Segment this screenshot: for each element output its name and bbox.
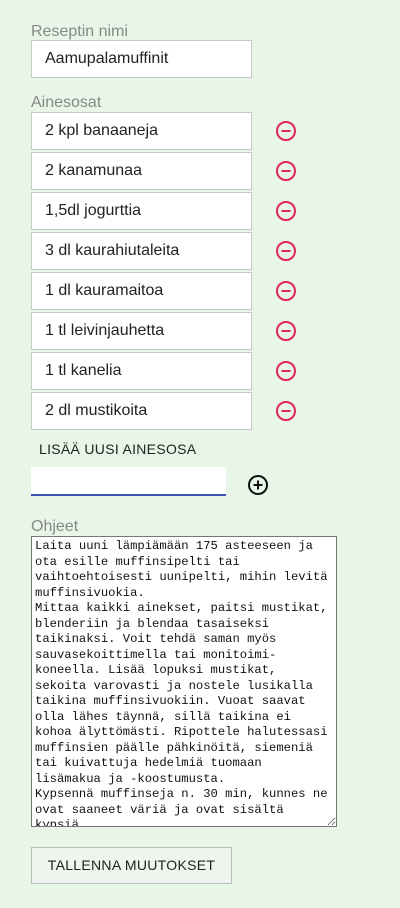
ingredient-field[interactable]: 2 dl mustikoita [31,392,252,430]
remove-ingredient-button[interactable] [275,400,297,422]
minus-circle-icon [276,241,296,261]
remove-ingredient-button[interactable] [275,360,297,382]
remove-ingredient-button[interactable] [275,320,297,342]
instructions-textarea[interactable] [31,536,337,827]
ingredient-field[interactable]: 2 kanamunaa [31,152,252,190]
minus-circle-icon [276,361,296,381]
add-ingredient-label: LISÄÄ UUSI AINESOSA [39,441,197,457]
minus-circle-icon [276,121,296,141]
instructions-label: Ohjeet [31,518,79,535]
minus-circle-icon [276,401,296,421]
remove-ingredient-button[interactable] [275,160,297,182]
plus-circle-icon [248,475,268,495]
ingredient-field[interactable]: 1 tl kanelia [31,352,252,390]
remove-ingredient-button[interactable] [275,280,297,302]
ingredient-field[interactable]: 3 dl kaurahiutaleita [31,232,252,270]
save-changes-button[interactable]: TALLENNA MUUTOKSET [31,847,232,884]
ingredient-field[interactable]: 1 dl kauramaitoa [31,272,252,310]
minus-circle-icon [276,321,296,341]
ingredient-field[interactable]: 1 tl leivinjauhetta [31,312,252,350]
recipe-name-label: Reseptin nimi [31,23,128,40]
add-ingredient-button[interactable] [247,474,269,496]
ingredients-label: Ainesosat [31,94,102,111]
remove-ingredient-button[interactable] [275,120,297,142]
recipe-name-field[interactable]: Aamupalamuffinit [31,40,252,78]
new-ingredient-input[interactable] [31,467,226,496]
minus-circle-icon [276,161,296,181]
remove-ingredient-button[interactable] [275,240,297,262]
minus-circle-icon [276,201,296,221]
remove-ingredient-button[interactable] [275,200,297,222]
ingredient-field[interactable]: 2 kpl banaaneja [31,112,252,150]
ingredient-field[interactable]: 1,5dl jogurttia [31,192,252,230]
minus-circle-icon [276,281,296,301]
